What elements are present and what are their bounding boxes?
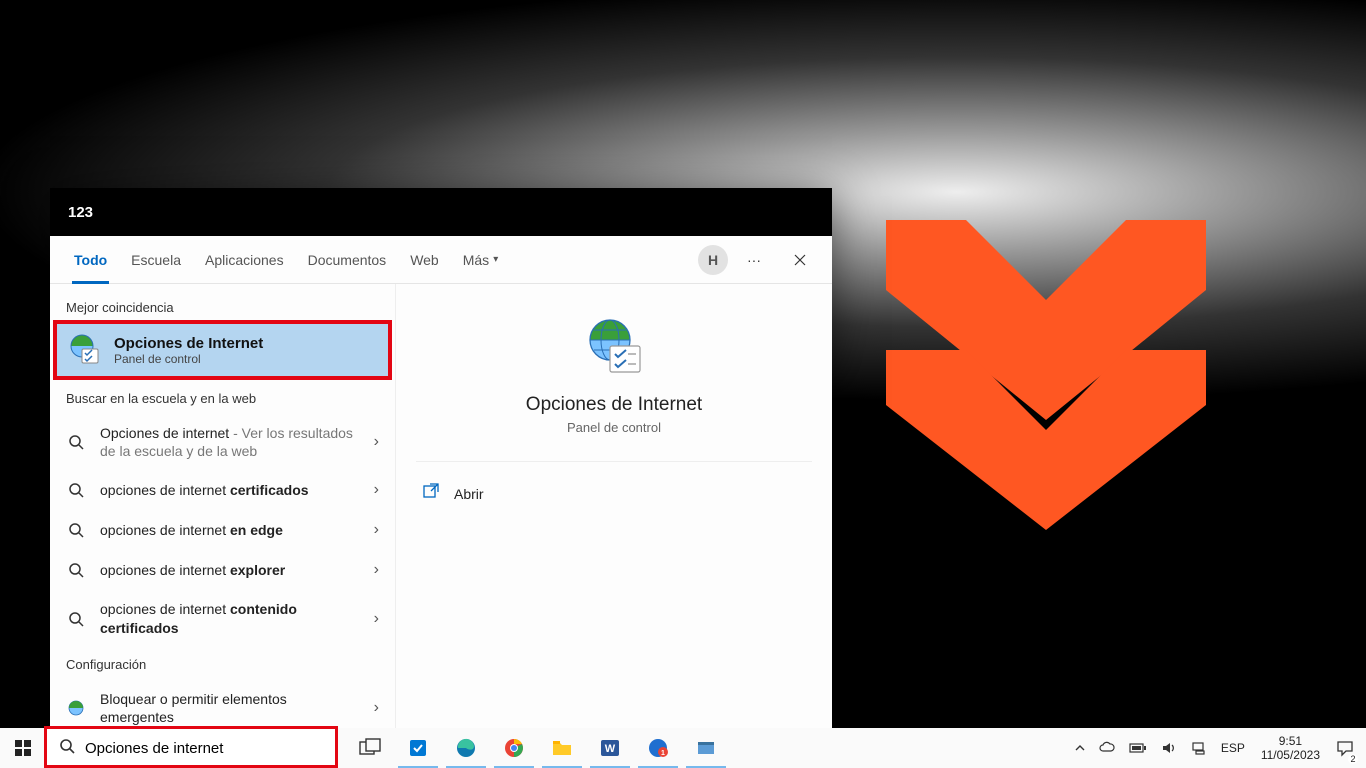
divider [416, 461, 812, 462]
taskbar-app-chrome[interactable] [490, 728, 538, 768]
tray-onedrive-icon[interactable] [1093, 728, 1121, 768]
tray-language[interactable]: ESP [1215, 728, 1251, 768]
web-result-1[interactable]: opciones de internet certificados › [50, 470, 395, 510]
preview-subtitle: Panel de control [567, 420, 661, 435]
globe-icon [66, 699, 86, 717]
web-result-2[interactable]: opciones de internet en edge › [50, 510, 395, 550]
start-button[interactable] [0, 728, 46, 768]
settings-result-text: Bloquear o permitir elementos emergentes [100, 690, 360, 726]
taskbar-app-store[interactable] [394, 728, 442, 768]
taskbar-app-generic[interactable] [682, 728, 730, 768]
result-preview-pane: Opciones de Internet Panel de control Ab… [395, 284, 832, 728]
system-tray: ESP 9:51 11/05/2023 2 [1069, 728, 1366, 768]
best-match-title: Opciones de Internet [114, 335, 263, 352]
best-match-item[interactable]: Opciones de Internet Panel de control [56, 323, 389, 377]
open-icon [422, 482, 440, 505]
tray-network-icon[interactable] [1185, 728, 1213, 768]
web-result-0[interactable]: Opciones de internet - Ver los resultado… [50, 414, 395, 470]
search-panel-titlebar: 123 [50, 188, 832, 236]
svg-text:W: W [605, 743, 616, 755]
chevron-right-icon: › [374, 610, 379, 628]
web-result-text: opciones de internet contenido certifica… [100, 600, 360, 636]
taskbar-search-box[interactable] [46, 728, 336, 768]
task-view-button[interactable] [346, 728, 394, 768]
taskbar-search-input[interactable] [85, 740, 335, 757]
search-icon [66, 611, 86, 627]
tab-documents[interactable]: Documentos [296, 236, 399, 284]
chevron-right-icon: › [374, 433, 379, 451]
best-match-subtitle: Panel de control [114, 352, 263, 366]
internet-options-large-icon [582, 316, 646, 380]
open-label: Abrir [454, 486, 484, 502]
search-tabs: Todo Escuela Aplicaciones Documentos Web… [50, 236, 832, 284]
tab-school[interactable]: Escuela [119, 236, 193, 284]
tray-action-center-icon[interactable]: 2 [1330, 728, 1360, 768]
tray-overflow-icon[interactable] [1069, 728, 1091, 768]
web-result-text: Opciones de internet - Ver los resultado… [100, 424, 360, 460]
taskbar-app-word[interactable]: W [586, 728, 634, 768]
web-result-3[interactable]: opciones de internet explorer › [50, 550, 395, 590]
section-best-match: Mejor coincidencia [50, 296, 395, 323]
preview-title: Opciones de Internet [526, 394, 702, 416]
taskbar-app-explorer[interactable] [538, 728, 586, 768]
taskbar-app-thunderbird[interactable]: 1 [634, 728, 682, 768]
internet-options-icon [68, 333, 102, 367]
taskbar: W 1 ESP 9:51 11/05/2023 2 [0, 728, 1366, 768]
chevron-right-icon: › [374, 481, 379, 499]
user-avatar[interactable]: H [698, 245, 728, 275]
search-icon [66, 482, 86, 498]
search-icon [66, 562, 86, 578]
tab-apps[interactable]: Aplicaciones [193, 236, 296, 284]
tray-clock[interactable]: 9:51 11/05/2023 [1253, 734, 1328, 763]
more-options-button[interactable]: ··· [734, 240, 774, 280]
tray-volume-icon[interactable] [1155, 728, 1183, 768]
section-settings: Configuración [50, 653, 395, 680]
search-icon [59, 738, 75, 759]
taskbar-search-container [46, 728, 336, 768]
chevron-right-icon: › [374, 561, 379, 579]
results-list: Mejor coincidencia Opciones de Internet … [50, 284, 395, 728]
settings-result-0[interactable]: Bloquear o permitir elementos emergentes… [50, 680, 395, 728]
tab-web[interactable]: Web [398, 236, 451, 284]
clock-date: 11/05/2023 [1261, 748, 1320, 762]
start-search-panel: 123 Todo Escuela Aplicaciones Documentos… [50, 188, 832, 728]
wallpaper-logo [886, 220, 1206, 530]
tab-more[interactable]: Más▾ [451, 236, 510, 284]
web-result-text: opciones de internet certificados [100, 481, 360, 499]
search-panel-title: 123 [68, 204, 93, 221]
chevron-right-icon: › [374, 699, 379, 717]
tab-all[interactable]: Todo [62, 236, 119, 284]
section-web-search: Buscar en la escuela y en la web [50, 387, 395, 414]
web-result-4[interactable]: opciones de internet contenido certifica… [50, 590, 395, 646]
web-result-text: opciones de internet en edge [100, 521, 360, 539]
tray-battery-icon[interactable] [1123, 728, 1153, 768]
chevron-right-icon: › [374, 521, 379, 539]
svg-text:1: 1 [661, 750, 665, 757]
web-result-text: opciones de internet explorer [100, 561, 360, 579]
search-icon [66, 522, 86, 538]
close-button[interactable] [780, 240, 820, 280]
search-icon [66, 434, 86, 450]
taskbar-app-edge[interactable] [442, 728, 490, 768]
clock-time: 9:51 [1279, 734, 1302, 748]
open-action[interactable]: Abrir [416, 472, 812, 515]
